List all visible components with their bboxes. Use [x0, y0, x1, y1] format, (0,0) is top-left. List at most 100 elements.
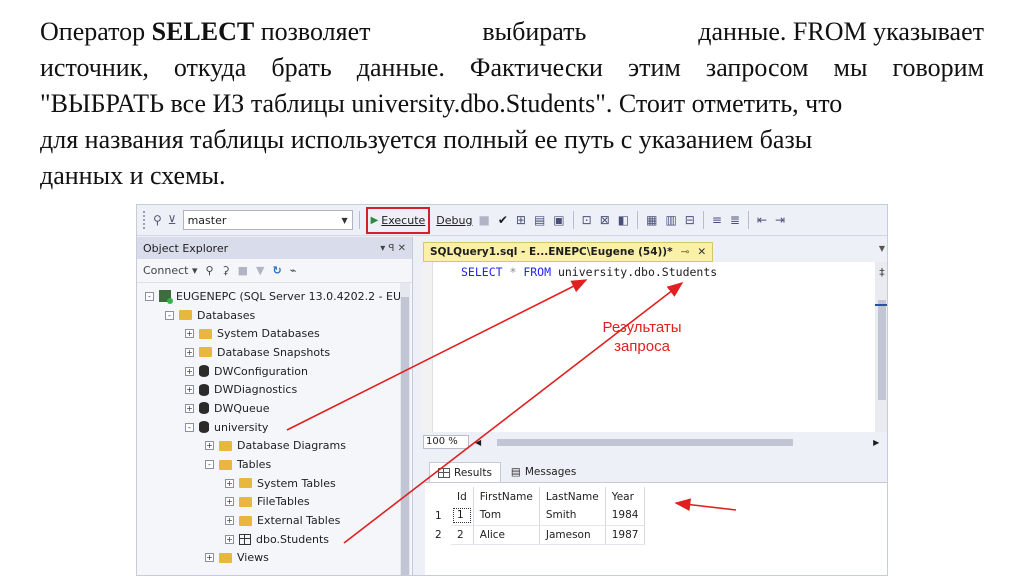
cell-year[interactable]: 1984 [605, 506, 646, 526]
zoom-select[interactable]: 100 % [423, 435, 469, 449]
comment-icon[interactable]: ≡ [712, 213, 722, 227]
activity-monitor-icon[interactable]: ⌁ [290, 264, 297, 277]
ssms-window: ⚲ ⊻ master ▼ ▶ Execute Debug ■ ✔ ⊞ ▤ ▣ ⊡… [136, 204, 888, 576]
toolbar-grip[interactable] [143, 211, 147, 229]
expand-icon[interactable]: + [185, 329, 194, 339]
results-to-grid-icon[interactable]: ▥ [665, 213, 676, 227]
debug-button[interactable]: Debug [436, 214, 472, 227]
cell-id[interactable]: 2 [451, 525, 474, 545]
editor-scrollbar[interactable] [875, 262, 887, 432]
execute-button[interactable]: ▶ Execute [365, 206, 431, 234]
cell-id[interactable]: 1 [451, 506, 474, 526]
save-icon[interactable]: ▣ [553, 213, 564, 227]
expand-icon[interactable]: + [205, 553, 214, 563]
tree-node-filetables[interactable]: + FileTables [137, 493, 412, 512]
indent-icon[interactable]: ⇥ [775, 213, 785, 227]
chevron-right-icon[interactable]: ▶ [873, 438, 879, 447]
tree-node-system-databases[interactable]: + System Databases [137, 324, 412, 343]
include-plan-icon[interactable]: ⊠ [600, 213, 610, 227]
object-explorer-title-bar: Object Explorer ▾ ꟼ ✕ [137, 237, 412, 259]
tab-messages[interactable]: ▤ Messages [503, 462, 584, 482]
collapse-icon[interactable]: - [145, 291, 154, 301]
parse-check-icon[interactable]: ✔ [498, 213, 508, 227]
filter-icon[interactable]: ▼ [256, 264, 264, 277]
tree-node-dwdiagnostics[interactable]: + DWDiagnostics [137, 380, 412, 399]
table-row[interactable]: 1 1 Tom Smith 1984 [429, 506, 646, 526]
column-header[interactable]: Id [451, 487, 474, 506]
cell-year[interactable]: 1987 [605, 525, 646, 545]
connect-button[interactable]: Connect ▾ [143, 264, 198, 277]
horizontal-scrollbar[interactable] [487, 437, 867, 447]
scrollbar-thumb[interactable] [878, 300, 886, 400]
expand-icon[interactable]: + [185, 366, 194, 376]
table-row[interactable]: 2 2 Alice Jameson 1987 [429, 525, 646, 545]
chevron-down-icon[interactable]: ▼ [879, 244, 885, 253]
outdent-icon[interactable]: ⇤ [757, 213, 767, 227]
client-stats-icon[interactable]: ◧ [618, 213, 629, 227]
expand-icon[interactable]: + [185, 403, 194, 413]
plan-icon[interactable]: ⊞ [516, 213, 526, 227]
pin-icon[interactable]: ⊸ [681, 246, 690, 258]
scrollbar-thumb[interactable] [497, 439, 794, 446]
expand-icon[interactable]: + [225, 534, 234, 544]
cell-firstname[interactable]: Tom [473, 506, 540, 526]
tree-node-server[interactable]: - EUGENEPC (SQL Server 13.0.4202.2 - EU [137, 287, 412, 306]
tree-node-dbo-students[interactable]: + dbo.Students [137, 530, 412, 549]
tree-node-database-snapshots[interactable]: + Database Snapshots [137, 343, 412, 362]
cell-lastname[interactable]: Smith [539, 506, 606, 526]
collapse-icon[interactable]: - [205, 460, 214, 470]
tab-messages-label: Messages [524, 466, 577, 478]
results-grid-icon[interactable]: ▤ [534, 213, 545, 227]
tab-results[interactable]: Results [429, 462, 501, 482]
expand-icon[interactable]: + [225, 497, 234, 507]
execute-label: Execute [381, 213, 426, 227]
pane-controls[interactable]: ▾ ꟼ ✕ [380, 243, 406, 254]
results-file-icon[interactable]: ⊟ [685, 213, 695, 227]
query-options-icon[interactable]: ⊡ [582, 213, 592, 227]
column-header[interactable]: Year [605, 487, 646, 506]
connect-icon[interactable]: ⚲ [206, 264, 214, 277]
close-icon[interactable]: ✕ [697, 246, 706, 258]
split-icon[interactable]: ‡ [875, 266, 887, 279]
results-text-icon[interactable]: ▦ [646, 213, 657, 227]
tree-node-views[interactable]: + Views [137, 549, 412, 568]
database-select[interactable]: master ▼ [182, 210, 353, 230]
tab-title: SQLQuery1.sql - E...ENEPC\Eugene (54))* [430, 246, 673, 258]
chevron-left-icon[interactable]: ◀ [475, 438, 481, 447]
expand-icon[interactable]: + [225, 516, 234, 526]
tab-sqlquery1[interactable]: SQLQuery1.sql - E...ENEPC\Eugene (54))* … [423, 242, 714, 262]
cell-firstname[interactable]: Alice [473, 525, 540, 545]
tree-node-dwconfiguration[interactable]: + DWConfiguration [137, 362, 412, 381]
row-number[interactable]: 1 [429, 506, 451, 525]
plug-icon[interactable]: ⚲ [153, 213, 162, 227]
tree-node-dwqueue[interactable]: + DWQueue [137, 399, 412, 418]
object-explorer-scrollbar[interactable] [400, 283, 410, 575]
refresh-icon[interactable]: ↻ [273, 264, 282, 277]
expand-icon[interactable]: + [185, 385, 194, 395]
tree-node-database-diagrams[interactable]: + Database Diagrams [137, 437, 412, 456]
cell-lastname[interactable]: Jameson [539, 525, 606, 545]
tree-node-databases[interactable]: - Databases [137, 306, 412, 325]
paragraph-line-2: источник, откуда брать данные. Фактическ… [40, 53, 984, 82]
expand-icon[interactable]: + [205, 441, 214, 451]
uncomment-icon[interactable]: ≣ [730, 213, 740, 227]
tree-node-university[interactable]: - university [137, 418, 412, 437]
collapse-icon[interactable]: - [185, 422, 194, 432]
stop-icon[interactable]: ■ [478, 213, 489, 227]
scrollbar-thumb[interactable] [401, 297, 409, 575]
stop-icon[interactable]: ■ [238, 264, 248, 277]
folder-icon [219, 440, 232, 451]
tree-node-external-tables[interactable]: + External Tables [137, 511, 412, 530]
filter-icon[interactable]: ⊻ [168, 213, 177, 227]
sql-code-line[interactable]: SELECT * FROM university.dbo.Students [461, 265, 717, 279]
row-number[interactable]: 2 [429, 525, 451, 544]
tree-node-tables[interactable]: - Tables [137, 455, 412, 474]
column-header[interactable]: FirstName [473, 487, 540, 506]
tree-node-system-tables[interactable]: + System Tables [137, 474, 412, 493]
expand-icon[interactable]: + [225, 478, 234, 488]
disconnect-icon[interactable]: ⚳ [222, 264, 230, 277]
collapse-icon[interactable]: - [165, 310, 174, 320]
results-grid[interactable]: Id FirstName LastName Year 1 1 Tom Smith… [425, 482, 887, 575]
column-header[interactable]: LastName [539, 487, 606, 506]
expand-icon[interactable]: + [185, 347, 194, 357]
